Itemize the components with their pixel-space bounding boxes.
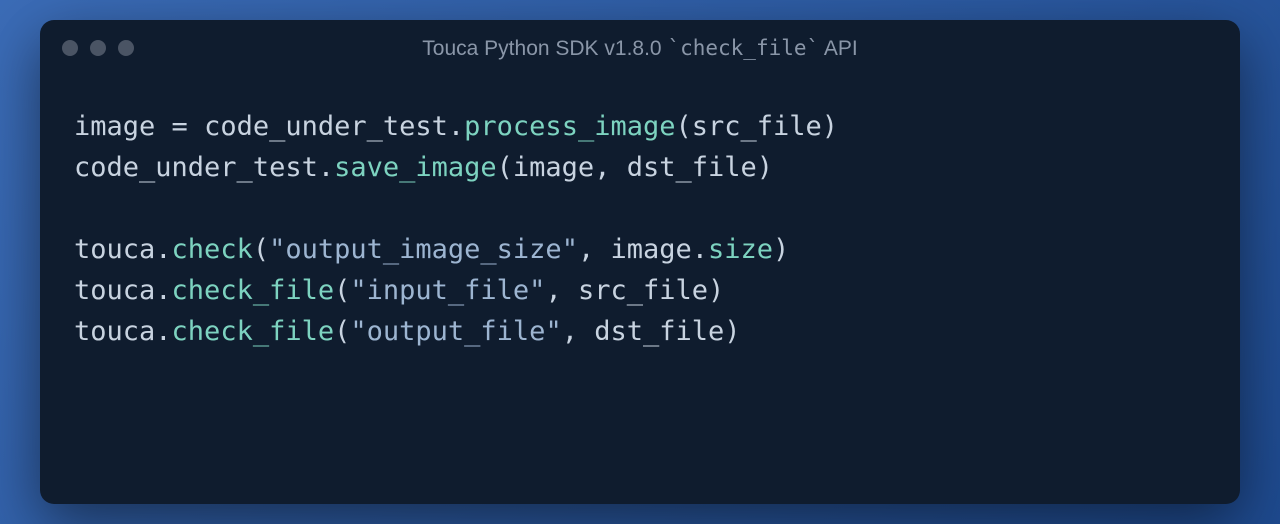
code-line: code_under_test.save_image(image, dst_fi… xyxy=(74,147,1206,188)
title-suffix: API xyxy=(819,37,858,60)
code-line: touca.check_file("output_file", dst_file… xyxy=(74,311,1206,352)
minimize-icon[interactable] xyxy=(90,40,106,56)
code-token: , dst_file) xyxy=(562,316,741,347)
window-title: Touca Python SDK v1.8.0 `check_file` API xyxy=(40,36,1240,61)
code-token: ( xyxy=(334,275,350,306)
title-code: `check_file` xyxy=(667,36,819,60)
titlebar: Touca Python SDK v1.8.0 `check_file` API xyxy=(40,20,1240,76)
code-token: ) xyxy=(773,234,789,265)
code-token: code_under_test. xyxy=(74,152,334,183)
code-token: touca. xyxy=(74,275,172,306)
code-token: code_under_test. xyxy=(188,111,464,142)
code-token: touca. xyxy=(74,316,172,347)
code-token: , image. xyxy=(578,234,708,265)
code-token: check_file xyxy=(172,316,335,347)
code-line: touca.check_file("input_file", src_file) xyxy=(74,270,1206,311)
code-token: image xyxy=(74,111,172,142)
code-token: process_image xyxy=(464,111,675,142)
code-token: (src_file) xyxy=(675,111,838,142)
code-line xyxy=(74,188,1206,229)
code-token: check xyxy=(172,234,253,265)
code-token: , src_file) xyxy=(545,275,724,306)
code-token: size xyxy=(708,234,773,265)
code-token: ( xyxy=(334,316,350,347)
code-line: touca.check("output_image_size", image.s… xyxy=(74,229,1206,270)
code-token: = xyxy=(172,111,188,142)
title-prefix: Touca Python SDK v1.8.0 xyxy=(422,37,667,60)
code-window: Touca Python SDK v1.8.0 `check_file` API… xyxy=(40,20,1240,504)
code-token: check_file xyxy=(172,275,335,306)
maximize-icon[interactable] xyxy=(118,40,134,56)
code-token: touca. xyxy=(74,234,172,265)
window-controls xyxy=(62,40,134,56)
code-token: "output_file" xyxy=(350,316,561,347)
code-token: ( xyxy=(253,234,269,265)
code-token: save_image xyxy=(334,152,497,183)
code-token: "output_image_size" xyxy=(269,234,578,265)
code-token: "input_file" xyxy=(350,275,545,306)
code-area: image = code_under_test.process_image(sr… xyxy=(40,76,1240,504)
close-icon[interactable] xyxy=(62,40,78,56)
code-token: (image, dst_file) xyxy=(497,152,773,183)
code-line: image = code_under_test.process_image(sr… xyxy=(74,106,1206,147)
